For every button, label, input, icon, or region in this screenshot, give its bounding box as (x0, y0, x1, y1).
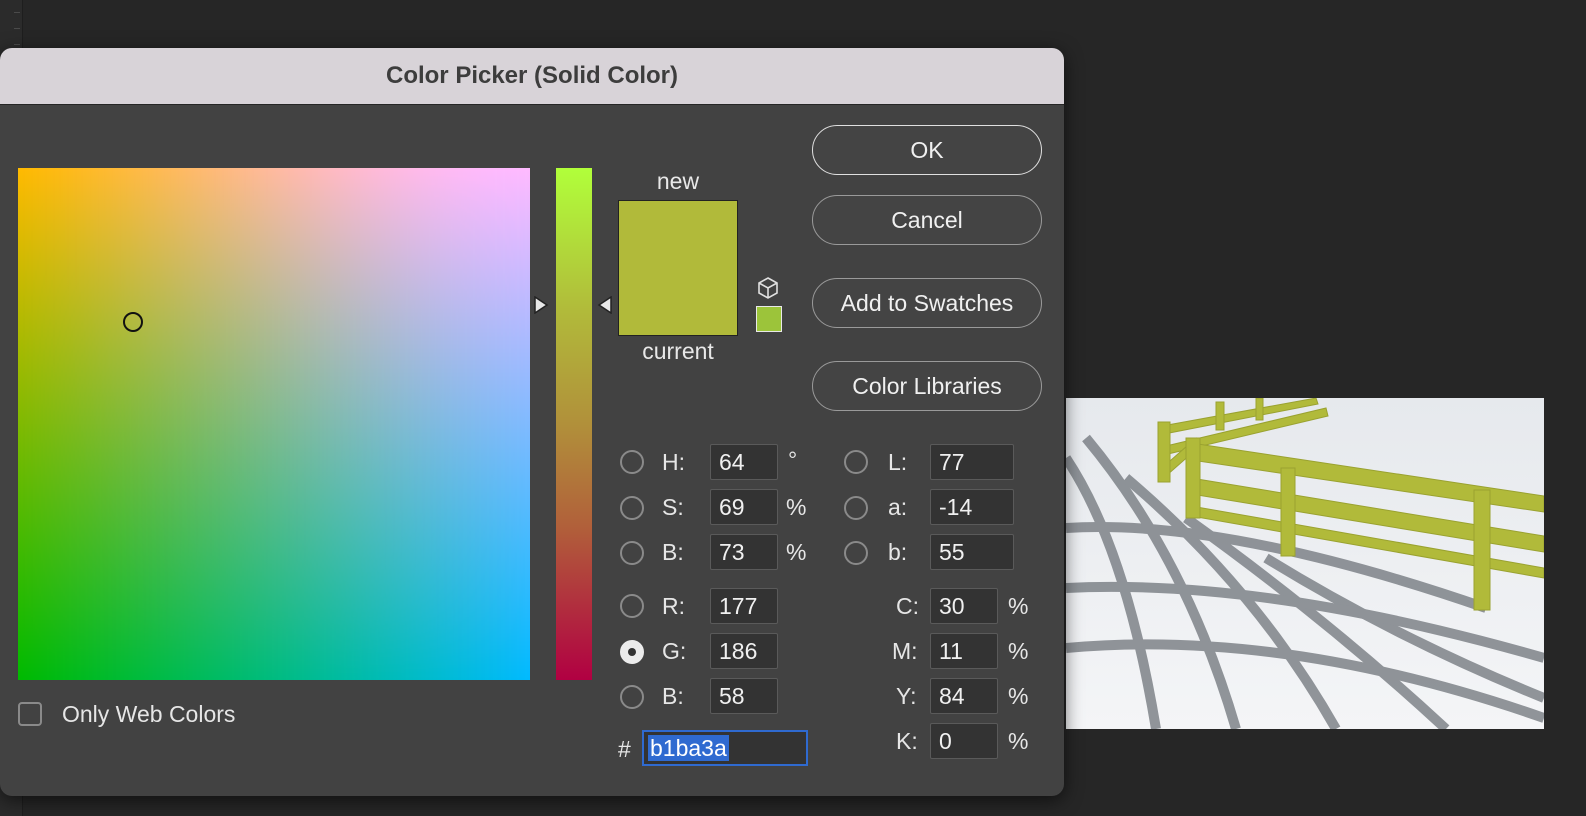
cancel-button[interactable]: Cancel (812, 195, 1042, 245)
slider-left-arrow[interactable] (534, 296, 550, 314)
current-color-swatch[interactable] (618, 268, 738, 336)
radio-green[interactable] (620, 640, 644, 664)
lightness-label: L: (888, 449, 908, 475)
yellow-unit: % (1008, 683, 1029, 709)
only-web-colors-checkbox[interactable] (18, 702, 42, 726)
b-channel-label: b: (888, 539, 908, 565)
black-field[interactable]: 0 (930, 723, 998, 759)
hex-field[interactable]: b1ba3a (642, 730, 808, 766)
radio-red[interactable] (620, 594, 644, 618)
b-channel-field[interactable]: 55 (930, 534, 1014, 570)
radio-brightness[interactable] (620, 541, 644, 565)
radio-blue[interactable] (620, 685, 644, 709)
black-unit: % (1008, 728, 1029, 754)
radio-hue[interactable] (620, 450, 644, 474)
ok-button[interactable]: OK (812, 125, 1042, 175)
radio-b-channel[interactable] (844, 541, 868, 565)
hue-label: H: (662, 449, 685, 475)
brightness-unit: % (786, 539, 807, 565)
color-libraries-button[interactable]: Color Libraries (812, 361, 1042, 411)
radio-lightness[interactable] (844, 450, 868, 474)
slider-right-arrow[interactable] (596, 296, 612, 314)
canvas-image (1066, 398, 1544, 729)
color-slider[interactable] (556, 168, 592, 680)
red-label: R: (662, 593, 685, 619)
brightness-field[interactable]: 73 (710, 534, 778, 570)
saturation-label: S: (662, 494, 684, 520)
red-field[interactable]: 177 (710, 588, 778, 624)
black-label: K: (896, 728, 918, 754)
only-web-colors-label[interactable]: Only Web Colors (62, 696, 235, 732)
blue-field[interactable]: 58 (710, 678, 778, 714)
cyan-unit: % (1008, 593, 1029, 619)
current-label: current (642, 338, 714, 364)
hue-unit: ° (788, 447, 798, 473)
cyan-field[interactable]: 30 (930, 588, 998, 624)
saturation-field[interactable]: 69 (710, 489, 778, 525)
green-label: G: (662, 638, 687, 664)
dialog-title: Color Picker (Solid Color) (385, 62, 679, 89)
cyan-label: C: (896, 593, 919, 619)
hex-prefix: # (618, 736, 631, 762)
new-color-swatch (618, 200, 738, 268)
radio-saturation[interactable] (620, 496, 644, 520)
yellow-label: Y: (896, 683, 917, 709)
web-safe-swatch[interactable] (756, 306, 782, 332)
add-to-swatches-button[interactable]: Add to Swatches (812, 278, 1042, 328)
blue-label: B: (662, 683, 684, 709)
color-field[interactable] (18, 168, 530, 680)
a-channel-label: a: (888, 494, 908, 520)
magenta-unit: % (1008, 638, 1029, 664)
lightness-field[interactable]: 77 (930, 444, 1014, 480)
new-label: new (656, 168, 700, 194)
magenta-label: M: (892, 638, 918, 664)
yellow-field[interactable]: 84 (930, 678, 998, 714)
color-field-marker[interactable] (123, 312, 143, 332)
green-field[interactable]: 186 (710, 633, 778, 669)
hue-field[interactable]: 64 (710, 444, 778, 480)
radio-a-channel[interactable] (844, 496, 868, 520)
color-picker-dialog: Color Picker (Solid Color) new current O… (0, 48, 1064, 796)
hex-value-selected: b1ba3a (648, 735, 729, 761)
magenta-field[interactable]: 11 (930, 633, 998, 669)
cube-icon[interactable] (756, 276, 780, 300)
a-channel-field[interactable]: -14 (930, 489, 1014, 525)
saturation-unit: % (786, 494, 807, 520)
brightness-label: B: (662, 539, 684, 565)
